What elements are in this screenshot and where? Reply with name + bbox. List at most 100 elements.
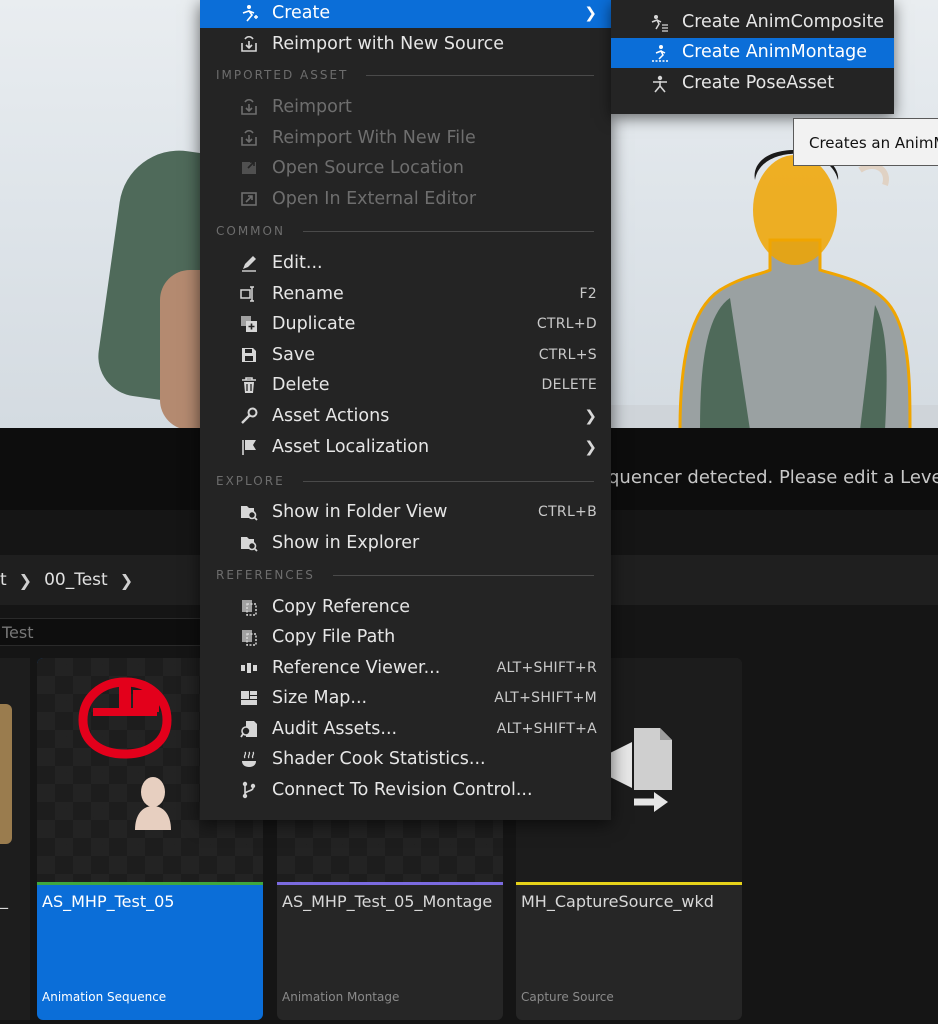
menu-item-label: Copy File Path — [272, 627, 396, 647]
asset-type-stripe — [37, 882, 263, 885]
menu-item-create-animcomposite[interactable]: Create AnimComposite — [611, 8, 894, 38]
menu-item-create-animmontage[interactable]: Create AnimMontage — [611, 38, 894, 68]
folder-open-icon — [238, 157, 260, 179]
menu-item-label: Asset Localization — [272, 437, 430, 457]
asset-type: Capture Source — [521, 990, 614, 1004]
rename-icon — [238, 283, 260, 305]
copy-icon — [238, 596, 260, 618]
wrench-icon — [238, 405, 260, 427]
shortcut-label: ALT+SHIFT+R — [496, 660, 597, 676]
asset-type-stripe — [277, 882, 503, 885]
menu-item-label: Delete — [272, 375, 330, 395]
menu-item-label: Audit Assets... — [272, 719, 398, 739]
menu-item-label: Create AnimMontage — [682, 42, 868, 62]
shortcut-label: CTRL+D — [536, 316, 597, 332]
shortcut-label: ALT+SHIFT+A — [496, 721, 597, 737]
menu-item-label: Connect To Revision Control... — [272, 780, 533, 800]
folder-search-icon — [238, 501, 260, 523]
copy-icon — [238, 626, 260, 648]
size-map-icon — [238, 687, 260, 709]
chevron-right-icon[interactable]: ❯ — [120, 571, 133, 590]
menu-item-label: Rename — [272, 284, 344, 304]
menu-item-delete[interactable]: Delete DELETE — [200, 370, 611, 400]
menu-item-label: Create AnimComposite — [682, 12, 885, 32]
menu-item-edit[interactable]: Edit... — [200, 248, 611, 278]
menu-item-reimport: Reimport — [200, 92, 611, 122]
reimport-icon — [238, 33, 260, 55]
menu-item-asset-localization[interactable]: Asset Localization ❯ — [200, 432, 611, 462]
menu-item-show-in-explorer[interactable]: Show in Explorer — [200, 528, 611, 558]
chevron-right-icon: ❯ — [584, 407, 597, 425]
create-submenu: Create AnimComposite Create AnimMontage … — [611, 0, 894, 114]
menu-item-label: Create — [272, 3, 331, 23]
reimport-icon — [238, 96, 260, 118]
menu-item-reference-viewer[interactable]: Reference Viewer... ALT+SHIFT+R — [200, 653, 611, 683]
trash-icon — [238, 374, 260, 396]
menu-item-reimport-with-new-source[interactable]: Reimport with New Source — [200, 29, 611, 59]
external-editor-icon — [238, 188, 260, 210]
menu-item-show-in-folder-view[interactable]: Show in Folder View CTRL+B — [200, 497, 611, 527]
menu-item-asset-actions[interactable]: Asset Actions ❯ — [200, 401, 611, 431]
section-header-label: REFERENCES — [216, 568, 315, 582]
shortcut-label: CTRL+S — [538, 347, 597, 363]
tooltip: Creates an AnimM — [793, 118, 938, 166]
asset-name: AS_MHP_Test_05 — [42, 892, 175, 911]
menu-item-label: Asset Actions — [272, 406, 390, 426]
shader-stats-icon — [238, 748, 260, 770]
asset-type-stripe — [516, 882, 742, 885]
menu-item-size-map[interactable]: Size Map... ALT+SHIFT+M — [200, 683, 611, 713]
menu-item-copy-file-path[interactable]: Copy File Path — [200, 622, 611, 652]
menu-item-reimport-with-new-file: Reimport With New File — [200, 123, 611, 153]
section-header-imported-asset: IMPORTED ASSET — [216, 66, 594, 84]
menu-item-create-poseasset[interactable]: Create PoseAsset — [611, 69, 894, 99]
anim-composite-icon — [649, 12, 671, 34]
status-message: quencer detected. Please edit a Level Se — [608, 467, 938, 488]
reference-viewer-icon — [238, 657, 260, 679]
menu-item-rename[interactable]: Rename F2 — [200, 279, 611, 309]
asset-thumbnail — [0, 704, 12, 844]
asset-type: Animation Sequence — [42, 990, 167, 1004]
menu-item-label: Reimport with New Source — [272, 34, 505, 54]
menu-item-open-source-location: Open Source Location — [200, 153, 611, 183]
breadcrumb-item[interactable]: 00_Test — [44, 570, 108, 590]
selected-character[interactable] — [660, 140, 920, 428]
breadcrumb: t ❯ 00_Test ❯ — [0, 568, 133, 592]
asset-name: _ — [0, 890, 8, 909]
asset-tile-partial[interactable]: _ — [0, 658, 30, 1020]
create-anim-icon — [238, 2, 260, 24]
menu-item-copy-reference[interactable]: Copy Reference — [200, 592, 611, 622]
section-header-label: EXPLORE — [216, 474, 285, 488]
folder-search-icon — [238, 532, 260, 554]
anim-sequence-icon — [78, 677, 172, 759]
menu-item-connect-to-revision-control[interactable]: Connect To Revision Control... — [200, 775, 611, 805]
flag-icon — [238, 436, 260, 458]
section-header-label: COMMON — [216, 224, 285, 238]
asset-name: AS_MHP_Test_05_Montage — [282, 892, 493, 911]
menu-item-label: Edit... — [272, 253, 323, 273]
chevron-right-icon[interactable]: ❯ — [19, 571, 32, 590]
menu-item-duplicate[interactable]: Duplicate CTRL+D — [200, 309, 611, 339]
menu-item-label: Reimport With New File — [272, 128, 476, 148]
asset-type: Animation Montage — [282, 990, 400, 1004]
menu-item-create[interactable]: Create ❯ — [200, 0, 611, 28]
menu-item-label: Open In External Editor — [272, 189, 477, 209]
menu-item-label: Reference Viewer... — [272, 658, 441, 678]
menu-item-label: Show in Folder View — [272, 502, 448, 522]
search-input[interactable]: Test — [0, 618, 204, 646]
pencil-icon — [238, 252, 260, 274]
asset-name: MH_CaptureSource_wkd — [521, 892, 714, 911]
character-head-thumbnail — [135, 777, 171, 830]
duplicate-icon — [238, 313, 260, 335]
menu-item-label: Copy Reference — [272, 597, 411, 617]
menu-item-audit-assets[interactable]: Audit Assets... ALT+SHIFT+A — [200, 714, 611, 744]
menu-item-label: Save — [272, 345, 315, 365]
pose-asset-icon — [649, 73, 671, 95]
menu-item-label: Open Source Location — [272, 158, 464, 178]
shortcut-label: ALT+SHIFT+M — [494, 690, 597, 706]
menu-item-shader-cook-statistics[interactable]: Shader Cook Statistics... — [200, 744, 611, 774]
section-header-common: COMMON — [216, 222, 594, 240]
shortcut-label: CTRL+B — [538, 504, 597, 520]
menu-item-save[interactable]: Save CTRL+S — [200, 340, 611, 370]
breadcrumb-item[interactable]: t — [0, 570, 7, 590]
section-header-explore: EXPLORE — [216, 472, 594, 490]
